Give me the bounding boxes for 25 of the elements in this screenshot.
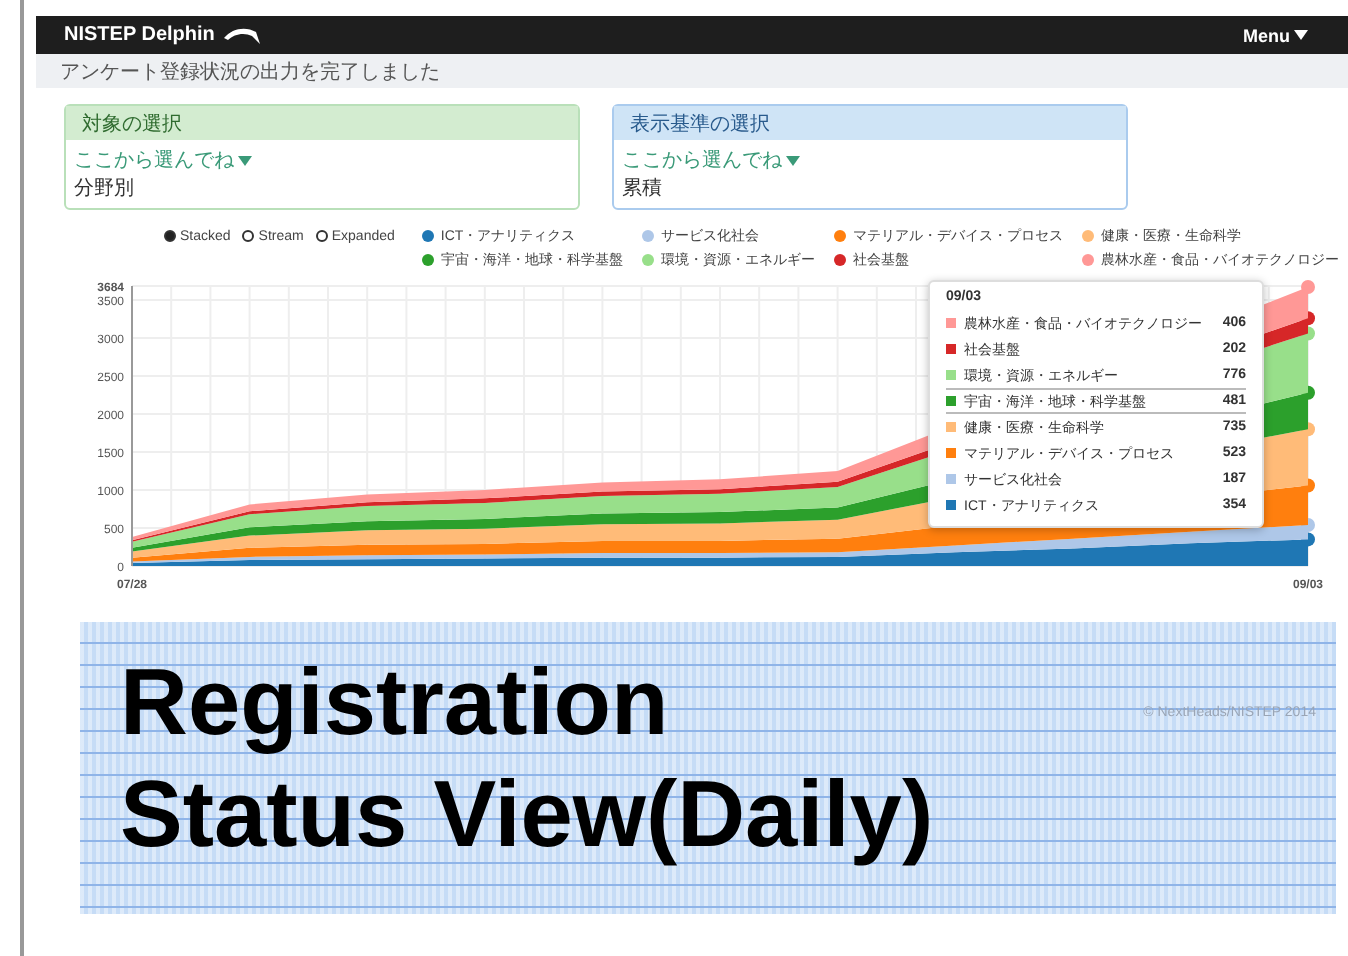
legend-dot[interactable] [642, 254, 655, 266]
legend-dot[interactable] [1082, 230, 1095, 242]
status-message: アンケート登録状況の出力を完了しました [60, 59, 440, 85]
radio-circle[interactable] [164, 230, 176, 242]
legend-dot[interactable] [1082, 254, 1095, 266]
selected-value: 分野別 [74, 176, 136, 202]
brand-link[interactable]: NISTEP Delphin [64, 24, 263, 46]
dropdown-link[interactable]: ここから選んでね [622, 146, 1118, 174]
dolphin-icon [222, 25, 263, 45]
menu-button[interactable]: Menu [1243, 25, 1308, 45]
selected-value: 累積 [622, 175, 664, 202]
legend-dot[interactable] [834, 230, 847, 242]
radio-circle[interactable] [242, 230, 255, 242]
caret-icon [238, 155, 252, 165]
legend-dot[interactable] [422, 230, 435, 242]
caption-title: Registration Status View(Daily) [120, 646, 934, 870]
legend-dot[interactable] [642, 230, 655, 242]
legend-dot[interactable] [834, 254, 847, 266]
radio-circle[interactable] [315, 230, 328, 242]
caret-icon [1294, 30, 1308, 40]
dropdown-link[interactable]: ここから選んでね [74, 146, 570, 174]
legend-dot[interactable] [422, 254, 435, 266]
panel-title: 対象の選択 [66, 106, 578, 140]
panel-title: 表示基準の選択 [614, 106, 1126, 140]
caret-icon [786, 155, 800, 165]
